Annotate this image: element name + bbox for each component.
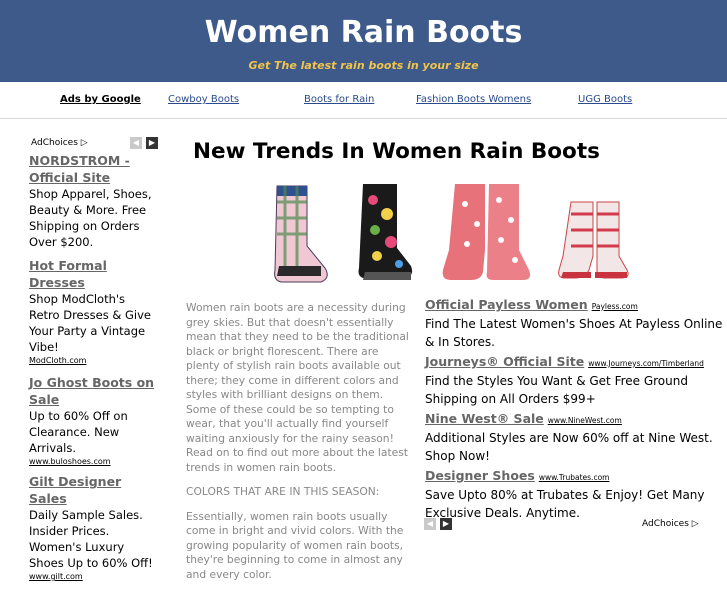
article-section-heading: COLORS THAT ARE IN THIS SEASON: (186, 485, 380, 498)
ad-title-payless[interactable]: Official Payless Women (425, 297, 588, 312)
right-ad-item: Designer Shoes www.Trubates.com Save Upto… (425, 467, 725, 522)
article-paragraph: Essentially, women rain boots usually co… (186, 509, 404, 581)
ad-desc: Find The Latest Women's Shoes At Payless… (425, 317, 723, 349)
ad-title-formal-dresses[interactable]: Hot Formal Dresses (29, 257, 157, 291)
right-ad-item: Nine West® Sale www.NineWest.com Addition… (425, 410, 725, 465)
ad-link-boots-for-rain[interactable]: Boots for Rain (304, 94, 374, 105)
ad-desc: Save Upto 80% at Trubates & Enjoy! Get M… (425, 488, 705, 520)
ad-title-nine-west[interactable]: Nine West® Sale (425, 411, 544, 426)
right-ad-item: Journeys® Official Site www.Journeys.com/… (425, 353, 725, 408)
ad-desc: Up to 60% Off on Clearance. New Arrivals… (29, 409, 128, 455)
ad-title-designer-shoes[interactable]: Designer Shoes (425, 468, 535, 483)
right-ad-item: Official Payless Women Payless.com Find T… (425, 296, 725, 351)
red-white-boots (558, 201, 629, 279)
ad-url[interactable]: ModCloth.com (29, 355, 157, 366)
adchoices-label: AdChoices (31, 138, 78, 148)
ad-url[interactable]: www.Journeys.com/Timberland (588, 359, 704, 368)
ad-desc: Daily Sample Sales. Insider Prices. Wome… (29, 508, 153, 570)
ad-desc: Additional Styles are Now 60% off at Nin… (425, 431, 713, 463)
site-header: Women Rain Boots Get The latest rain boo… (0, 0, 727, 82)
top-ad-links: Ads by Google Cowboy Boots Boots for Rai… (0, 82, 727, 119)
ad-link-ugg-boots[interactable]: UGG Boots (578, 94, 632, 105)
ad-desc: Shop ModCloth's Retro Dresses & Give You… (29, 292, 151, 354)
ad-url[interactable]: Payless.com (592, 302, 638, 311)
left-ad-item: Hot Formal Dresses Shop ModCloth's Retro… (29, 257, 157, 366)
left-ad-list: NORDSTROM - Official Site Shop Apparel, … (29, 152, 157, 588)
left-ad-item: NORDSTROM - Official Site Shop Apparel, … (29, 152, 157, 250)
adchoices-play-icon: ▷ (691, 519, 699, 529)
ad-url[interactable]: www.buloshoes.com (29, 456, 157, 467)
ad-url[interactable]: www.gilt.com (29, 571, 157, 582)
floral-boot (358, 184, 413, 280)
ad-title-gilt-designer-sales[interactable]: Gilt Designer Sales (29, 473, 157, 507)
rain-boots-image (274, 184, 629, 283)
right-ads-next-arrow-icon[interactable]: ▶ (440, 518, 452, 530)
adchoices-play-icon: ▷ (80, 138, 88, 148)
right-adchoices[interactable]: AdChoices ▷ (642, 519, 699, 529)
ad-link-fashion-boots-womens[interactable]: Fashion Boots Womens (416, 94, 531, 105)
article-paragraph: Women rain boots are a necessity during … (186, 301, 409, 474)
ad-link-cowboy-boots[interactable]: Cowboy Boots (168, 94, 239, 105)
ad-title-nordstrom[interactable]: NORDSTROM - Official Site (29, 152, 157, 186)
pink-heart-boots (442, 184, 531, 280)
ad-desc: Shop Apparel, Shoes, Beauty & More. Free… (29, 187, 152, 249)
left-adchoices[interactable]: AdChoices ▷ (31, 138, 88, 148)
ad-url[interactable]: www.Trubates.com (539, 473, 610, 482)
right-ads-prev-arrow-icon[interactable]: ◀ (424, 518, 436, 530)
article-title: New Trends In Women Rain Boots (193, 139, 600, 164)
article-body: Women rain boots are a necessity during … (186, 301, 414, 592)
ad-url[interactable]: www.NineWest.com (548, 416, 622, 425)
adchoices-label: AdChoices (642, 519, 689, 529)
left-ads-prev-arrow-icon[interactable]: ◀ (130, 137, 142, 149)
plaid-boot (274, 185, 328, 283)
left-ads-next-arrow-icon[interactable]: ▶ (146, 137, 158, 149)
left-ad-item: Gilt Designer Sales Daily Sample Sales. … (29, 473, 157, 582)
site-title[interactable]: Women Rain Boots (0, 15, 727, 50)
right-ad-list: Official Payless Women Payless.com Find T… (425, 296, 725, 524)
site-tagline: Get The latest rain boots in your size (248, 59, 479, 72)
ad-title-journeys[interactable]: Journeys® Official Site (425, 354, 584, 369)
ad-desc: Find the Styles You Want & Get Free Grou… (425, 374, 688, 406)
left-ad-item: Jo Ghost Boots on Sale Up to 60% Off on … (29, 374, 157, 467)
ads-by-google-link[interactable]: Ads by Google (60, 94, 141, 105)
ad-title-jo-ghost-boots[interactable]: Jo Ghost Boots on Sale (29, 374, 157, 408)
